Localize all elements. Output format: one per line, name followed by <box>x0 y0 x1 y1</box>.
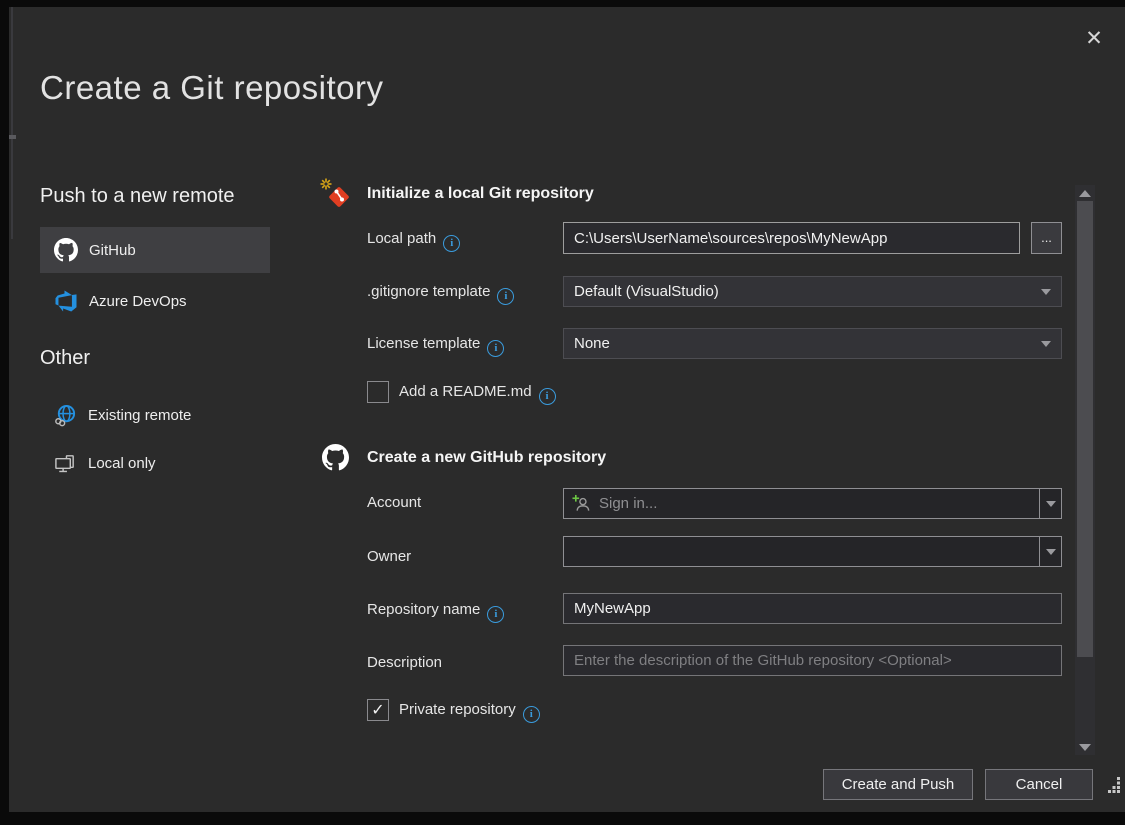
azure-devops-icon <box>54 289 78 313</box>
git-new-repo-icon <box>320 178 354 217</box>
chevron-down-icon <box>1046 501 1056 507</box>
check-icon: ✓ <box>371 700 384 720</box>
info-icon[interactable]: i <box>487 340 504 357</box>
repository-name-input[interactable] <box>563 593 1062 624</box>
local-computer-icon <box>54 452 77 475</box>
dropdown-arrow-button[interactable] <box>1039 489 1061 518</box>
scroll-up-button[interactable] <box>1075 185 1095 201</box>
add-readme-label: Add a README.mdi <box>399 383 556 405</box>
sidebar-item-label: GitHub <box>89 242 136 259</box>
sidebar-item-label: Azure DevOps <box>89 293 187 310</box>
window-edge-tick <box>9 135 16 139</box>
dropdown-arrow-button[interactable] <box>1039 537 1061 566</box>
chevron-down-icon <box>1041 289 1051 295</box>
info-icon[interactable]: i <box>443 235 460 252</box>
sidebar-item-label: Local only <box>88 455 156 472</box>
create-github-section-heading: Create a new GitHub repository <box>367 449 606 467</box>
info-icon[interactable]: i <box>539 388 556 405</box>
create-git-repository-dialog: ✕ Create a Git repository Push to a new … <box>9 7 1125 812</box>
license-template-dropdown[interactable]: None <box>563 328 1062 359</box>
sidebar-item-azure-devops[interactable]: Azure DevOps <box>40 281 270 321</box>
triangle-up-icon <box>1079 190 1091 197</box>
add-readme-checkbox[interactable] <box>367 381 389 403</box>
info-icon[interactable]: i <box>523 706 540 723</box>
sidebar-section-other-heading: Other <box>40 347 90 370</box>
create-and-push-button[interactable]: Create and Push <box>823 769 973 800</box>
account-placeholder: Sign in... <box>599 495 657 512</box>
vertical-scrollbar[interactable] <box>1075 185 1095 755</box>
description-input[interactable] <box>563 645 1062 676</box>
private-repository-checkbox[interactable]: ✓ <box>367 699 389 721</box>
license-template-label: License templatei <box>367 335 504 357</box>
account-combobox[interactable]: Sign in... <box>563 488 1062 519</box>
sidebar-item-local-only[interactable]: Local only <box>40 444 270 482</box>
sidebar-item-github[interactable]: GitHub <box>40 227 270 273</box>
dialog-title: Create a Git repository <box>40 69 383 107</box>
local-path-input[interactable] <box>563 222 1020 254</box>
resize-grip[interactable] <box>1105 777 1121 798</box>
info-icon[interactable]: i <box>497 288 514 305</box>
github-icon <box>54 238 78 262</box>
browse-button[interactable]: ... <box>1031 222 1062 254</box>
repository-name-label: Repository namei <box>367 601 504 623</box>
sidebar-item-existing-remote[interactable]: Existing remote <box>40 396 270 434</box>
cancel-button[interactable]: Cancel <box>985 769 1093 800</box>
scrollbar-thumb[interactable] <box>1077 201 1093 657</box>
owner-combobox[interactable] <box>563 536 1062 567</box>
gitignore-template-dropdown[interactable]: Default (VisualStudio) <box>563 276 1062 307</box>
close-button[interactable]: ✕ <box>1077 21 1111 55</box>
sidebar-section-push-heading: Push to a new remote <box>40 185 235 208</box>
window-edge-artifact <box>11 7 13 239</box>
chevron-down-icon <box>1046 549 1056 555</box>
remote-globe-icon <box>54 404 77 427</box>
account-label: Account <box>367 494 421 511</box>
info-icon[interactable]: i <box>487 606 504 623</box>
private-repository-label: Private repositoryi <box>399 701 540 723</box>
triangle-down-icon <box>1079 744 1091 751</box>
close-icon: ✕ <box>1085 26 1103 51</box>
github-icon <box>322 444 349 476</box>
sidebar-item-label: Existing remote <box>88 407 191 424</box>
owner-label: Owner <box>367 548 411 565</box>
screen: ✕ Create a Git repository Push to a new … <box>0 0 1125 825</box>
chevron-down-icon <box>1041 341 1051 347</box>
description-label: Description <box>367 654 442 671</box>
local-path-label: Local pathi <box>367 230 460 252</box>
add-user-icon <box>572 494 591 513</box>
initialize-local-section-heading: Initialize a local Git repository <box>367 185 594 203</box>
gitignore-template-label: .gitignore templatei <box>367 283 514 305</box>
scroll-down-button[interactable] <box>1075 739 1095 755</box>
